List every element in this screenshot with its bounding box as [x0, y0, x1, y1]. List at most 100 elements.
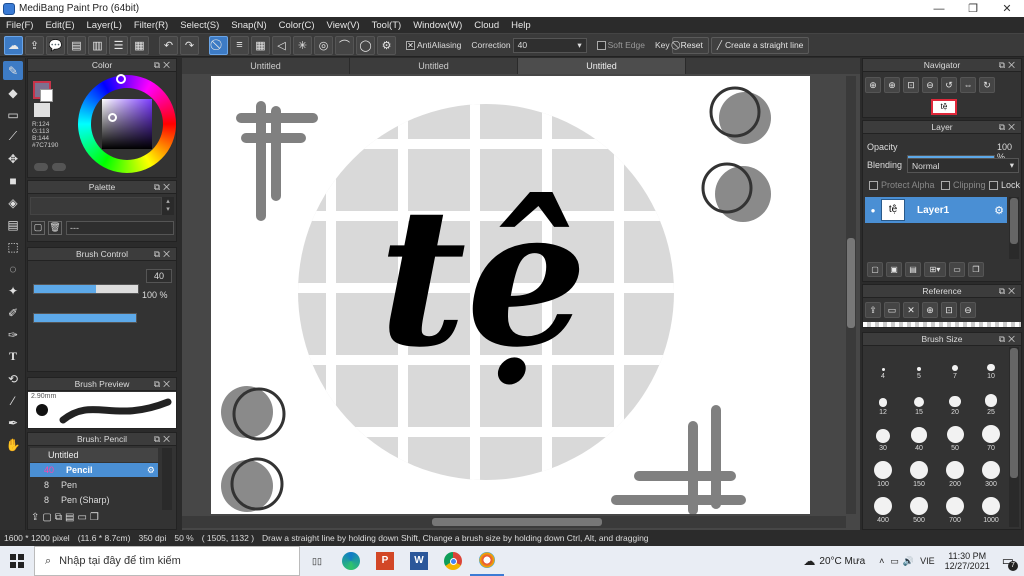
hand-tool-icon[interactable]: ✋ — [3, 435, 23, 454]
select-tool-icon[interactable]: ⬚ — [3, 237, 23, 256]
lock-option[interactable]: Lock — [989, 180, 1020, 190]
parallel-snap-icon[interactable]: ≡ — [230, 35, 249, 55]
fill-rect-tool-icon[interactable]: ■ — [3, 171, 23, 190]
magic-wand-tool-icon[interactable]: ✦ — [3, 281, 23, 300]
operation-tool-icon[interactable]: ⟲ — [3, 369, 23, 388]
brush-size-scrollbar[interactable] — [1009, 347, 1019, 527]
brush-size-option[interactable]: 500 — [901, 491, 937, 524]
network-icon[interactable]: ▭ — [890, 556, 899, 567]
brush-opacity-slider[interactable] — [33, 313, 137, 323]
rotate-left-icon[interactable]: ↺ — [941, 77, 957, 93]
menu-help[interactable]: Help — [505, 20, 537, 31]
brush-size-option[interactable]: 100 — [865, 455, 901, 488]
word-icon[interactable]: W — [402, 546, 436, 576]
zoom-out-icon[interactable]: ⊖ — [922, 77, 938, 93]
text-tool-icon[interactable]: T — [3, 347, 23, 366]
flip-icon[interactable]: ⇔ — [960, 77, 976, 93]
soft-edge-checkbox[interactable] — [596, 40, 606, 50]
hue-wheel[interactable] — [78, 74, 176, 173]
cross-snap-icon[interactable]: ▦ — [251, 35, 270, 55]
lasso-tool-icon[interactable]: ◌ — [3, 259, 23, 278]
brush-size-option[interactable]: 50 — [937, 419, 973, 452]
brush-size-option[interactable]: 150 — [901, 455, 937, 488]
eyedropper-tool-icon[interactable]: ⁄ — [3, 391, 23, 410]
protect-alpha-option[interactable]: Protect Alpha — [869, 180, 935, 190]
new-8bit-layer-icon[interactable]: ▤ — [905, 262, 921, 277]
panel-close-icon[interactable]: ⧉✕ — [154, 434, 173, 445]
clock[interactable]: 11:30 PM 12/27/2021 — [945, 551, 990, 571]
task-view-icon[interactable]: ▯▯ — [300, 546, 334, 576]
secondary-color-swatch[interactable] — [40, 89, 53, 102]
menu-edit[interactable]: Edit(E) — [39, 20, 80, 31]
list-icon[interactable]: ☰ — [109, 35, 128, 55]
color-picker-cursor[interactable] — [108, 113, 117, 122]
brush-size-option[interactable]: 200 — [937, 455, 973, 488]
panel-close-icon[interactable]: ⧉✕ — [154, 60, 173, 71]
drawing-canvas[interactable]: tệ — [211, 76, 810, 514]
brush-item-pencil[interactable]: 40 Pencil ⚙ — [30, 463, 158, 477]
close-reference-icon[interactable]: ✕ — [903, 302, 919, 318]
menu-window[interactable]: Window(W) — [407, 20, 468, 31]
horizontal-scrollbar[interactable] — [182, 516, 846, 528]
brush-size-option[interactable]: 15 — [901, 383, 937, 416]
select-eraser-tool-icon[interactable]: ✑ — [3, 325, 23, 344]
brush-tool-icon[interactable]: ✎ — [3, 61, 23, 80]
brush-item-pen-sharp[interactable]: 8 Pen (Sharp) — [30, 493, 158, 507]
volume-icon[interactable]: 🔊 — [903, 556, 914, 567]
folder-icon[interactable]: ▭ — [77, 512, 86, 523]
panel-close-icon[interactable]: ⧉✕ — [154, 379, 173, 390]
panel-close-icon[interactable]: ⧉✕ — [154, 182, 173, 193]
saturation-square[interactable] — [102, 99, 152, 149]
document-icon[interactable]: ▥ — [88, 35, 107, 55]
tab-untitled-2[interactable]: Untitled — [350, 58, 518, 74]
new-halftone-layer-icon[interactable]: ▣ — [886, 262, 902, 277]
copy-brush-icon[interactable]: ❐ — [90, 512, 99, 523]
comment-icon[interactable]: 💬 — [46, 35, 65, 55]
brush-size-option[interactable]: 1000 — [973, 491, 1009, 524]
medibang-taskbar-icon[interactable] — [470, 546, 504, 576]
gear-icon[interactable]: ⚙ — [147, 465, 155, 476]
menu-cloud[interactable]: Cloud — [468, 20, 505, 31]
blending-select[interactable]: Normal ▾ — [907, 158, 1019, 173]
gradient-tool-icon[interactable]: ▤ — [3, 215, 23, 234]
grid-icon[interactable]: ▦ — [130, 35, 149, 55]
eye-icon[interactable]: ● — [865, 206, 881, 215]
clipping-option[interactable]: Clipping — [941, 180, 986, 190]
menu-filter[interactable]: Filter(R) — [128, 20, 174, 31]
panel-close-icon[interactable]: ⧉✕ — [999, 286, 1018, 297]
correction-select[interactable]: 40 ▾ — [512, 37, 587, 53]
move-tool-icon[interactable]: ✥ — [3, 149, 23, 168]
brush-size-option[interactable]: 4 — [865, 347, 901, 380]
radial-snap-icon[interactable]: ✳ — [293, 35, 312, 55]
transparent-swatch[interactable] — [34, 103, 50, 117]
dropper-tool-icon[interactable]: ✒ — [3, 413, 23, 432]
input-language[interactable]: VIE — [920, 556, 935, 566]
tab-untitled-3[interactable]: Untitled — [518, 58, 686, 74]
circle-snap-icon[interactable]: ◎ — [314, 35, 333, 55]
rectangle-tool-icon[interactable]: ▭ — [3, 105, 23, 124]
folder-icon[interactable]: ▭ — [949, 262, 965, 277]
add-brush-icon[interactable]: ⇪ — [31, 512, 39, 523]
duplicate-layer-icon[interactable]: ❐ — [968, 262, 984, 277]
new-palette-icon[interactable]: ▢ — [31, 221, 45, 235]
brush-size-option[interactable]: 10 — [973, 347, 1009, 380]
panel-close-icon[interactable]: ⧉✕ — [999, 334, 1018, 345]
vertical-scrollbar[interactable] — [846, 76, 856, 514]
rotate-right-icon[interactable]: ↻ — [979, 77, 995, 93]
redo-icon[interactable]: ↷ — [180, 35, 199, 55]
zoom-in-icon[interactable]: ⊕ — [884, 77, 900, 93]
select-pen-tool-icon[interactable]: ✐ — [3, 303, 23, 322]
navigator-thumbnail[interactable]: tệ — [931, 99, 957, 115]
brush-size-option[interactable]: 12 — [865, 383, 901, 416]
panel-close-icon[interactable]: ⧉✕ — [999, 122, 1018, 133]
brush-size-option[interactable]: 40 — [901, 419, 937, 452]
brush-size-option[interactable]: 20 — [937, 383, 973, 416]
brush-size-option[interactable]: 300 — [973, 455, 1009, 488]
layer-scrollbar[interactable] — [1009, 197, 1019, 259]
zoom-out-icon[interactable]: ⊖ — [960, 302, 976, 318]
brush-size-option[interactable]: 25 — [973, 383, 1009, 416]
antialiasing-checkbox[interactable]: ✕ — [406, 40, 415, 50]
tab-untitled-1[interactable]: Untitled — [182, 58, 350, 74]
snap-settings-icon[interactable]: ⚙ — [377, 35, 396, 55]
horizontal-scroll-thumb[interactable] — [432, 518, 602, 526]
